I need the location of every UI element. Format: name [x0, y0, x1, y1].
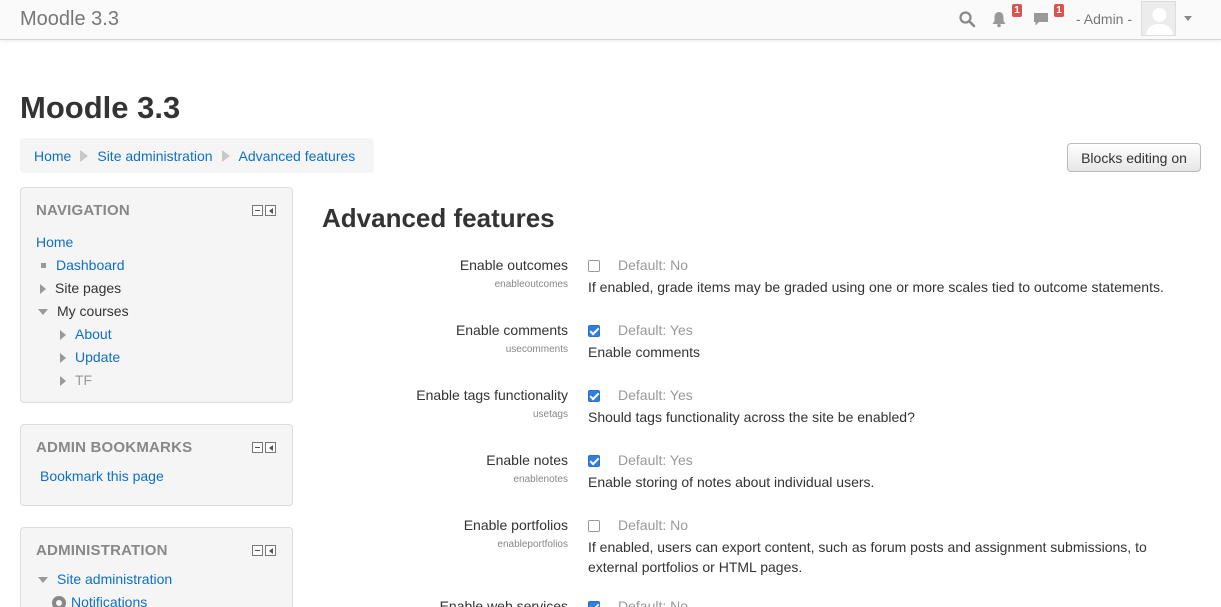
navigation-block-title: NAVIGATION: [36, 202, 130, 219]
setting-default: Default: No: [618, 517, 689, 533]
block-controls: [252, 442, 276, 453]
user-menu-name[interactable]: - Admin -: [1076, 11, 1132, 27]
setting-row: Enable outcomes enableoutcomes Default: …: [300, 257, 1200, 317]
setting-row: Enable web services Default: No: [300, 598, 1200, 607]
chat-icon[interactable]: [1032, 10, 1050, 28]
nav-home-link[interactable]: Home: [36, 231, 73, 254]
search-icon[interactable]: [958, 10, 976, 28]
setting-label: Enable portfolios: [463, 517, 568, 533]
breadcrumb: Home Site administration Advanced featur…: [20, 138, 374, 173]
enable-tags-checkbox[interactable]: [588, 390, 600, 402]
administration-tree: Site administration Notifications: [36, 568, 172, 607]
dock-icon[interactable]: [265, 205, 276, 216]
admin-notifications[interactable]: Notifications: [36, 591, 172, 607]
nav-my-courses-label: My courses: [57, 303, 129, 319]
block-controls: [252, 545, 276, 556]
setting-default: Default: Yes: [618, 387, 693, 403]
minimize-icon[interactable]: [252, 442, 263, 453]
nav-my-courses[interactable]: My courses: [36, 300, 129, 323]
breadcrumb-separator-icon: [80, 149, 89, 162]
expand-icon: [60, 352, 66, 363]
expand-icon: [40, 283, 46, 294]
chevron-down-icon[interactable]: [1184, 16, 1192, 21]
setting-row: Enable tags functionality usetags Defaul…: [300, 387, 1200, 447]
setting-key: enableoutcomes: [494, 279, 568, 290]
gear-icon: [52, 595, 66, 607]
nav-course-update[interactable]: Update: [75, 346, 120, 369]
setting-label: Enable web services: [439, 598, 568, 607]
breadcrumb-home[interactable]: Home: [34, 148, 71, 164]
setting-default: Default: No: [618, 598, 689, 607]
dock-icon[interactable]: [265, 545, 276, 556]
enable-web-services-checkbox[interactable]: [588, 601, 600, 607]
setting-row: Enable notes enablenotes Default: Yes En…: [300, 452, 1200, 512]
block-controls: [252, 205, 276, 216]
breadcrumb-separator-icon: [221, 149, 230, 162]
notifications-badge: 1: [1012, 4, 1022, 17]
setting-key: usetags: [532, 409, 568, 420]
setting-key: usecomments: [505, 344, 568, 355]
setting-default: Default: No: [618, 257, 689, 273]
admin-site-administration-link[interactable]: Site administration: [57, 568, 172, 591]
main-title: Advanced features: [322, 203, 555, 233]
nav-dashboard-link[interactable]: Dashboard: [56, 254, 125, 277]
setting-key: enablenotes: [513, 474, 569, 485]
nav-course-about[interactable]: About: [75, 323, 112, 346]
setting-default: Default: Yes: [618, 322, 693, 338]
setting-description: If enabled, users can export content, su…: [588, 539, 1147, 575]
administration-block: ADMINISTRATION Site administration Notif…: [20, 527, 293, 607]
collapse-icon: [38, 576, 48, 583]
navigation-tree: Home Dashboard Site pages My courses Abo…: [36, 231, 129, 392]
user-silhouette-icon: [1146, 8, 1173, 35]
setting-label: Enable comments: [455, 322, 568, 338]
admin-notifications-link[interactable]: Notifications: [71, 591, 147, 607]
nav-course-tf[interactable]: TF: [75, 369, 92, 392]
top-navbar: Moodle 3.3 1 1 - Admin -: [0, 0, 1221, 40]
collapse-icon: [38, 308, 48, 315]
nav-course-item[interactable]: About: [36, 323, 129, 346]
enable-outcomes-checkbox[interactable]: [588, 260, 600, 272]
setting-label: Enable notes: [486, 452, 568, 468]
bell-icon[interactable]: [990, 10, 1008, 28]
setting-label: Enable tags functionality: [416, 387, 568, 403]
admin-bookmarks-block: ADMIN BOOKMARKS Bookmark this page: [20, 424, 293, 506]
setting-label: Enable outcomes: [459, 257, 568, 273]
minimize-icon[interactable]: [252, 545, 263, 556]
dock-icon[interactable]: [265, 442, 276, 453]
bookmark-this-page-link[interactable]: Bookmark this page: [40, 468, 164, 484]
administration-title: ADMINISTRATION: [36, 542, 168, 559]
setting-row: Enable comments usecomments Default: Yes…: [300, 322, 1200, 382]
setting-key: enableportfolios: [497, 539, 568, 550]
admin-bookmarks-title: ADMIN BOOKMARKS: [36, 439, 193, 456]
blocks-editing-button[interactable]: Blocks editing on: [1067, 143, 1201, 172]
nav-site-pages[interactable]: Site pages: [36, 277, 129, 300]
avatar[interactable]: [1141, 1, 1176, 36]
bullet-icon: [41, 263, 46, 268]
setting-default: Default: Yes: [618, 452, 693, 468]
admin-site-administration[interactable]: Site administration: [36, 568, 172, 591]
site-brand[interactable]: Moodle 3.3: [20, 8, 119, 31]
expand-icon: [60, 375, 66, 386]
setting-description: Enable comments: [588, 344, 701, 360]
breadcrumb-advanced-features[interactable]: Advanced features: [239, 148, 356, 164]
minimize-icon[interactable]: [252, 205, 263, 216]
enable-portfolios-checkbox[interactable]: [588, 520, 600, 532]
enable-comments-checkbox[interactable]: [588, 325, 600, 337]
nav-course-item[interactable]: Update: [36, 346, 129, 369]
nav-course-item[interactable]: TF: [36, 369, 129, 392]
page-header-title: Moodle 3.3: [20, 90, 181, 125]
navigation-block: NAVIGATION Home Dashboard Site pages My …: [20, 187, 293, 403]
setting-description: If enabled, grade items may be graded us…: [588, 279, 1164, 295]
breadcrumb-site-administration[interactable]: Site administration: [97, 148, 212, 164]
setting-description: Enable storing of notes about individual…: [588, 474, 875, 490]
setting-description: Should tags functionality across the sit…: [588, 409, 915, 425]
expand-icon: [60, 329, 66, 340]
setting-row: Enable portfolios enableportfolios Defau…: [300, 517, 1200, 587]
nav-site-pages-label: Site pages: [55, 280, 122, 296]
enable-notes-checkbox[interactable]: [588, 455, 600, 467]
messages-badge: 1: [1054, 4, 1064, 17]
